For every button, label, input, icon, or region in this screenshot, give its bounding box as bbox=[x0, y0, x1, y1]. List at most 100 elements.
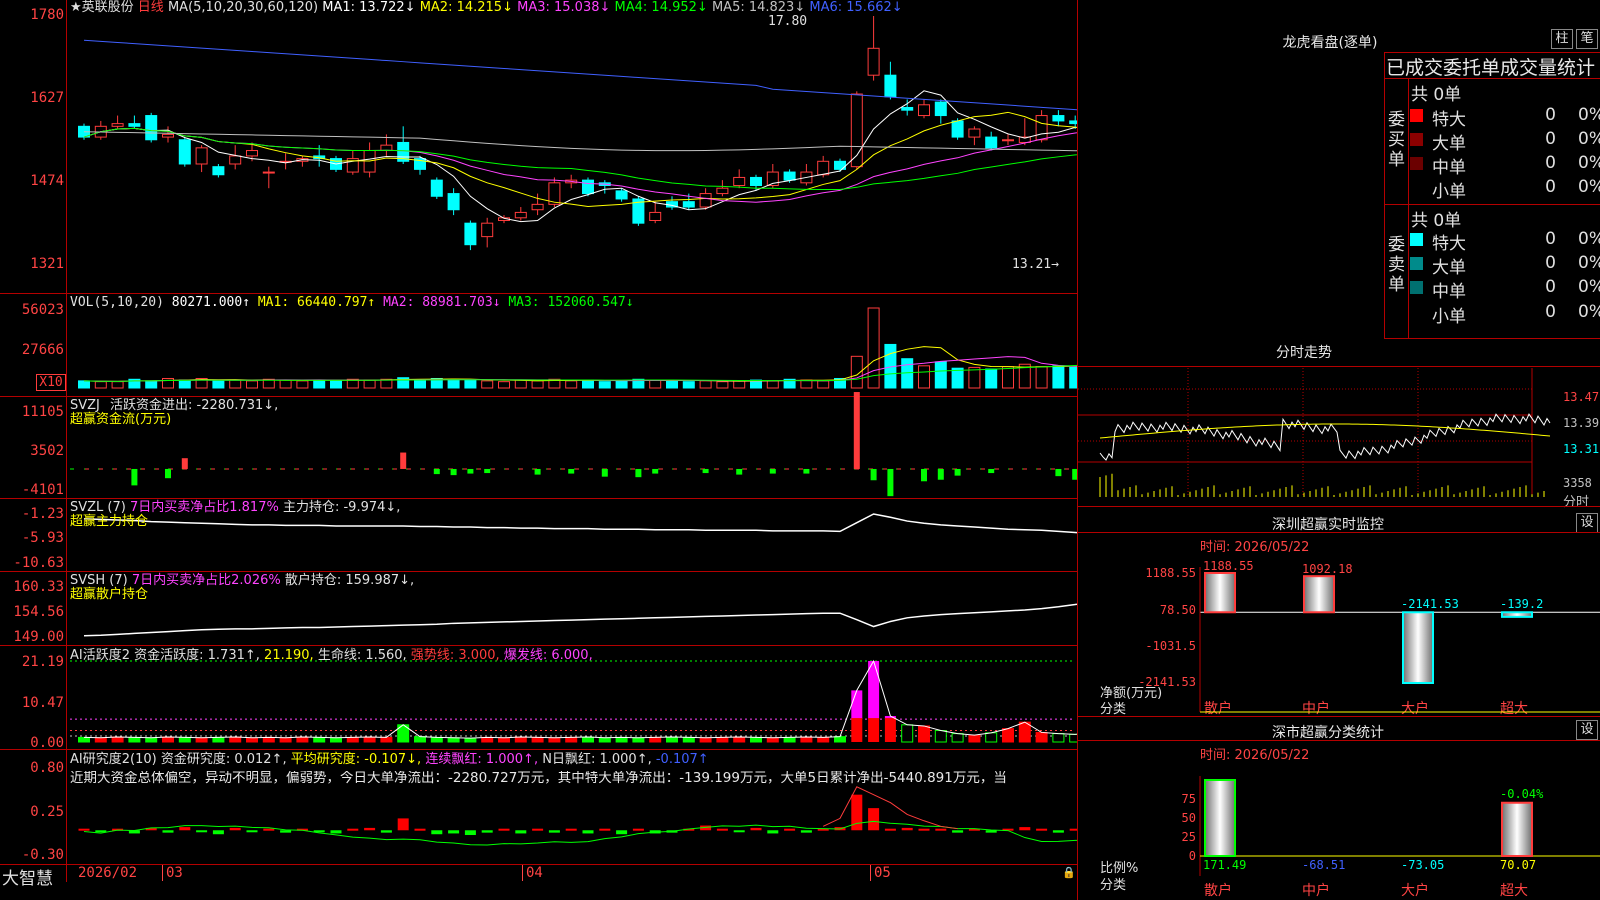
svzj-bar bbox=[433, 468, 440, 475]
ai-active-bar bbox=[615, 736, 628, 743]
monitor-title-line bbox=[1078, 532, 1600, 533]
ai-active-bar bbox=[94, 737, 107, 743]
svzl-ytick-2: -5.93 bbox=[21, 530, 64, 546]
ai-active-bar bbox=[716, 736, 729, 743]
price-panel-header: ★英联股份 日线 MA(5,10,20,30,60,120) MA1: 13.7… bbox=[70, 0, 903, 15]
volume-bar bbox=[598, 381, 611, 389]
sell-row-m: 中单 0 0% bbox=[1408, 276, 1600, 302]
volume-bar bbox=[649, 379, 662, 389]
sell-row-s: 小单 0 0% bbox=[1408, 301, 1600, 327]
volume-bar bbox=[279, 379, 292, 389]
svsh-ytick-1: 160.33 bbox=[13, 579, 64, 595]
tick-view-button[interactable]: 笔 bbox=[1576, 29, 1598, 49]
intraday-price-low: 13.31 bbox=[1563, 442, 1600, 456]
svzj-text1: 活跃资金进出: -2280.731↓, bbox=[110, 398, 279, 413]
volume-bar bbox=[363, 379, 376, 389]
ai-research-bar bbox=[1052, 830, 1064, 833]
period-label[interactable]: 日线 bbox=[138, 0, 164, 15]
vol-label: VOL(5,10,20) bbox=[70, 295, 164, 310]
ai-active-bar bbox=[649, 736, 662, 743]
ai-research-bar bbox=[767, 830, 779, 834]
svzj-bar bbox=[635, 468, 642, 478]
ai-active-bar bbox=[565, 736, 578, 743]
svsh-header: SVSH (7) 7日内买卖净占比2.026% 散户持仓: 159.987↓, bbox=[70, 573, 414, 588]
svsh-text2: 散户持仓: 159.987↓, bbox=[284, 573, 415, 588]
volume-bar bbox=[800, 379, 813, 389]
volume-bar bbox=[498, 381, 510, 389]
ai-research-bar bbox=[162, 830, 174, 833]
stock-name[interactable]: ★英联股份 bbox=[70, 0, 134, 15]
volume-bar bbox=[733, 380, 746, 389]
ai-research-bar bbox=[431, 830, 443, 835]
candle-body bbox=[649, 211, 662, 221]
candle-body bbox=[1002, 139, 1014, 142]
classify-settings-button[interactable]: 设 bbox=[1576, 720, 1598, 740]
buy-s-pct: 0% bbox=[1578, 177, 1600, 197]
ai-active-text1: 资金活跃度: 1.731↑, bbox=[134, 648, 260, 663]
volume-bar bbox=[178, 379, 191, 389]
candle-body bbox=[178, 139, 191, 165]
ai-active-bar bbox=[212, 736, 225, 743]
lock-icon[interactable]: 🔒 bbox=[1062, 866, 1076, 879]
buy-l-name: 大单 bbox=[1432, 134, 1466, 154]
monitor-cat-large: 大户 bbox=[1401, 701, 1429, 717]
volume-bar bbox=[1035, 366, 1048, 389]
ai-active-text2: 21.190, bbox=[264, 648, 314, 663]
monitor-cat-xl: 超大 bbox=[1500, 701, 1528, 717]
ai-active-text3: 生命线: 1.560, bbox=[317, 648, 407, 663]
volume-bar bbox=[1052, 365, 1065, 389]
classify-cat-large: 大户 bbox=[1401, 883, 1429, 899]
svzj-bar bbox=[870, 468, 877, 481]
volume-bar bbox=[582, 379, 594, 389]
ai-research-bar bbox=[280, 830, 292, 833]
monitor-val-large: -2141.53 bbox=[1401, 597, 1459, 611]
ai-research-summary: 近期大资金总体偏空，异动不明显，偏弱势，今日大单净流出：-2280.727万元，… bbox=[70, 771, 1007, 786]
svzj-bar bbox=[181, 458, 188, 469]
ai-active-bar bbox=[968, 734, 981, 743]
ai-research-bar bbox=[414, 828, 426, 831]
month-04-label: 04 bbox=[522, 865, 543, 881]
candle-body bbox=[246, 150, 258, 157]
price-ytick-2: 1627 bbox=[30, 90, 64, 106]
ai-research-bar bbox=[347, 828, 359, 831]
svzj-bar bbox=[921, 468, 927, 482]
ai-active-line bbox=[83, 659, 1077, 739]
ai-research-bar bbox=[448, 830, 460, 834]
bar-view-button[interactable]: 柱 bbox=[1551, 29, 1573, 49]
svzl-text2: 主力持仓: -9.974↓, bbox=[282, 500, 401, 515]
buy-row-s: 小单 0 0% bbox=[1408, 176, 1600, 202]
buy-s-count: 0 bbox=[1545, 177, 1556, 197]
classify-ytick-2: 50 bbox=[1181, 811, 1196, 825]
buy-l-swatch bbox=[1410, 133, 1423, 146]
volume-bar bbox=[615, 380, 628, 389]
sell-xl-name: 特大 bbox=[1432, 234, 1466, 254]
volume-bar bbox=[565, 380, 578, 389]
svzj-bar bbox=[1055, 468, 1062, 477]
ai-active-bar bbox=[851, 718, 863, 742]
ai-research-avg-line bbox=[83, 820, 1077, 846]
ai-active-bar bbox=[464, 737, 477, 743]
main-divider bbox=[1077, 0, 1078, 900]
ai-research-bar bbox=[750, 827, 762, 831]
sell-s-pct: 0% bbox=[1578, 302, 1600, 322]
svsh-line bbox=[83, 603, 1077, 637]
monitor-bar-2 bbox=[1303, 575, 1335, 614]
ai-active-bar bbox=[598, 737, 611, 743]
ai-active-bar bbox=[548, 737, 561, 743]
monitor-time: 时间: 2026/05/22 bbox=[1200, 540, 1310, 555]
volume-bar bbox=[212, 380, 225, 389]
ai-research-bar bbox=[498, 828, 510, 831]
ai-active-bar bbox=[78, 736, 90, 743]
ai-active-bar bbox=[766, 737, 779, 743]
ai-research-bar bbox=[548, 830, 560, 833]
longhu-mid-line bbox=[1384, 204, 1600, 205]
ai-research-label: AI研究度2(10) bbox=[70, 752, 157, 767]
ai-active-bar bbox=[582, 736, 594, 743]
ma1-value: MA1: 13.722↓ bbox=[322, 0, 416, 15]
ai-active-bar bbox=[162, 736, 174, 743]
intraday-unit: 分时 bbox=[1563, 495, 1590, 510]
monitor-ytick-1: 1188.55 bbox=[1145, 566, 1196, 580]
classify-val-retail: 171.49 bbox=[1203, 858, 1247, 872]
svzj-ytick-2: 3502 bbox=[30, 443, 64, 459]
monitor-settings-button[interactable]: 设 bbox=[1576, 513, 1598, 533]
